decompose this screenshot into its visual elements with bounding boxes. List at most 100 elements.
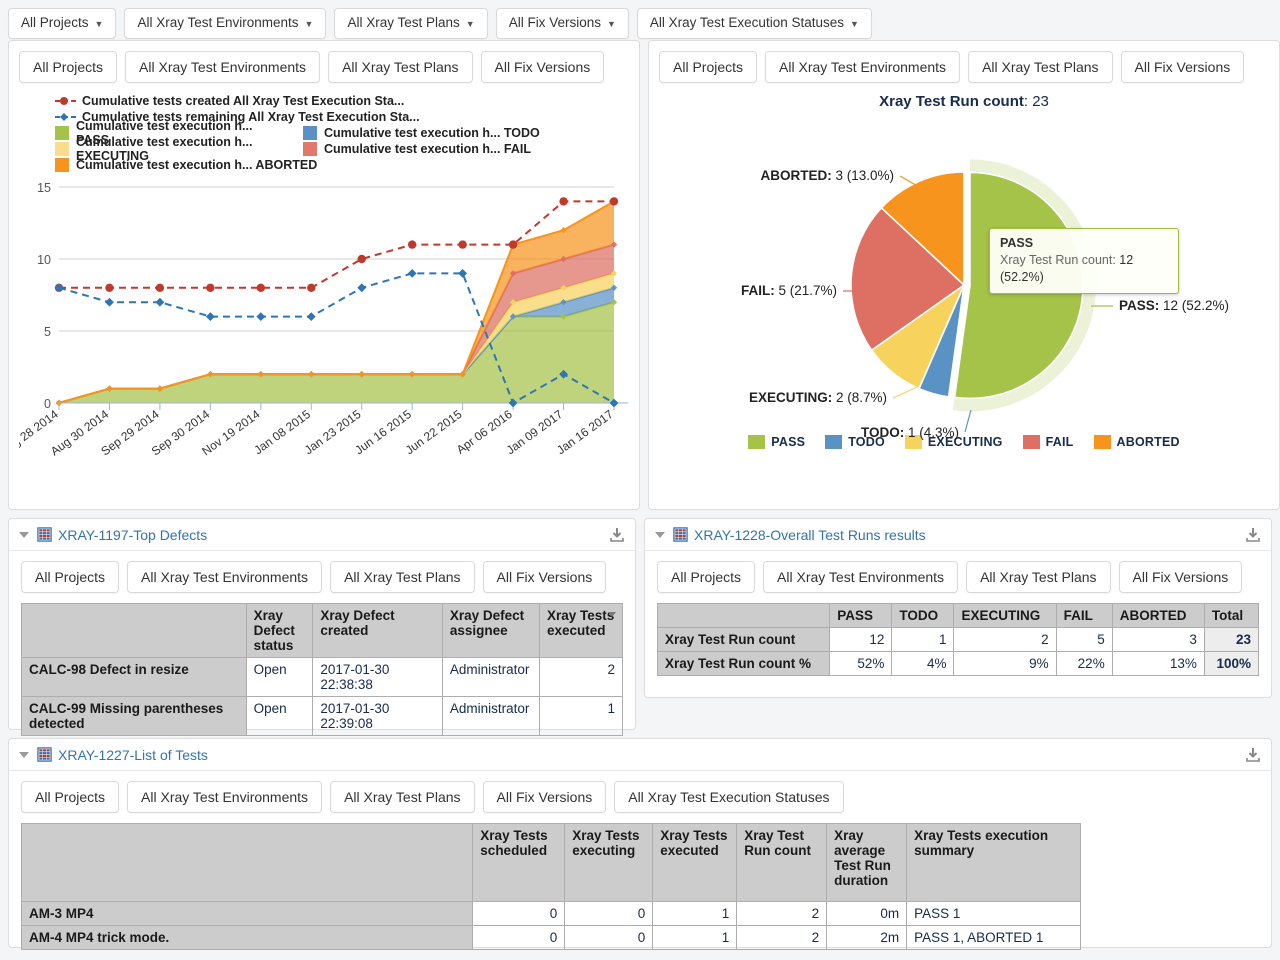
cell-test-name[interactable]: AM-3 MP4 (20, 901, 474, 926)
col-total[interactable]: Total (1203, 603, 1260, 628)
col-fail[interactable]: FAIL (1055, 603, 1113, 628)
col-metric[interactable] (656, 603, 831, 628)
cell-defect-name[interactable]: CALC-99 Missing parentheses detected (21, 696, 247, 736)
col-pass[interactable]: PASS (829, 603, 893, 628)
filter-test-plans[interactable]: All Xray Test Plans (968, 51, 1113, 83)
global-filter-bar: All Projects ▼ All Xray Test Environments… (0, 0, 1280, 40)
table-header: Xray Defect status Xray Defect created X… (21, 603, 623, 658)
filter-test-environments[interactable]: All Xray Test Environments (125, 51, 321, 83)
cell-defect-created: 2017-01-30 22:38:38 (312, 657, 443, 697)
filter-fix-versions[interactable]: All Fix Versions (480, 51, 605, 83)
cell-execution-summary: PASS 1 (906, 901, 1081, 926)
col-avg-duration[interactable]: Xray average Test Run duration (826, 823, 908, 902)
download-icon[interactable] (1245, 527, 1261, 543)
col-defect-assignee[interactable]: Xray Defect assignee (441, 603, 541, 658)
filter-test-environments[interactable]: All Xray Test Environments (765, 51, 961, 83)
cell-defect-status: Open (245, 696, 314, 736)
filter-all-projects[interactable]: All Projects (19, 51, 118, 83)
cell-tests-executing: 0 (564, 925, 654, 950)
legend-label: Cumulative tests created All Xray Test E… (82, 94, 405, 108)
panel-title[interactable]: XRAY-1197-Top Defects (58, 527, 207, 543)
global-filter-test-environments[interactable]: All Xray Test Environments ▼ (124, 7, 327, 39)
filter-fix-versions[interactable]: All Fix Versions (482, 781, 607, 813)
chevron-down-icon: ▼ (850, 18, 859, 29)
filter-all-projects[interactable]: All Projects (21, 781, 120, 813)
collapse-twisty-icon[interactable] (19, 751, 29, 758)
filter-fix-versions[interactable]: All Fix Versions (482, 561, 607, 593)
table-row[interactable]: AM-3 MP4 0 0 1 2 0m PASS 1 (20, 901, 1081, 926)
legend-item-fail[interactable]: Cumulative test execution h... FAIL (303, 142, 531, 156)
col-defect-created[interactable]: Xray Defect created (312, 603, 443, 658)
filter-test-environments[interactable]: All Xray Test Environments (127, 561, 323, 593)
cell-aborted: 13% (1111, 651, 1205, 676)
filter-all-projects[interactable]: All Projects (657, 561, 756, 593)
filter-fix-versions[interactable]: All Fix Versions (1120, 51, 1245, 83)
legend-swatch-executing (55, 142, 69, 156)
col-tests-executed[interactable]: Xray Tests executed (539, 603, 623, 658)
table-row[interactable]: AM-4 MP4 trick mode. 0 0 1 2 2m PASS 1, … (20, 925, 1081, 950)
global-filter-all-projects[interactable]: All Projects ▼ (8, 7, 117, 39)
col-execution-summary[interactable]: Xray Tests execution summary (906, 823, 1081, 902)
download-icon[interactable] (609, 527, 625, 543)
tooltip-title: PASS (1000, 236, 1034, 250)
cell-fail: 22% (1055, 651, 1113, 676)
col-tests-executed[interactable]: Xray Tests executed (652, 823, 738, 902)
col-tests-executing[interactable]: Xray Tests executing (564, 823, 654, 902)
filter-label: All Xray Test Execution Statuses (628, 789, 830, 805)
legend-swatch-aborted (55, 158, 69, 172)
col-test-run-count[interactable]: Xray Test Run count (736, 823, 828, 902)
table-body: Xray Test Run count 12 1 2 5 3 23 Xray T… (656, 627, 1260, 676)
table-row[interactable]: CALC-99 Missing parentheses detected Ope… (21, 696, 623, 736)
panel-title[interactable]: XRAY-1227-List of Tests (58, 747, 208, 763)
download-icon[interactable] (1245, 747, 1261, 763)
panel-title[interactable]: XRAY-1228-Overall Test Runs results (694, 527, 926, 543)
filter-test-environments[interactable]: All Xray Test Environments (763, 561, 959, 593)
filter-label: All Xray Test Environments (139, 59, 307, 75)
table-row[interactable]: CALC-98 Defect in resize Open 2017-01-30… (21, 657, 623, 697)
cell-todo: 1 (891, 627, 955, 652)
col-executing[interactable]: EXECUTING (953, 603, 1057, 628)
legend-row: Cumulative tests created All Xray Test E… (55, 93, 629, 109)
cell-todo: 4% (891, 651, 955, 676)
global-filter-fix-versions[interactable]: All Fix Versions ▼ (495, 7, 629, 39)
table-row[interactable]: Xray Test Run count 12 1 2 5 3 23 (656, 627, 1260, 652)
filter-test-environments[interactable]: All Xray Test Environments (127, 781, 323, 813)
col-aborted[interactable]: ABORTED (1111, 603, 1205, 628)
panel-top-defects: XRAY-1197-Top Defects All Projects All X… (8, 518, 636, 736)
global-filter-execution-statuses[interactable]: All Xray Test Execution Statuses ▼ (636, 7, 872, 39)
col-defect-status[interactable]: Xray Defect status (245, 603, 314, 658)
col-label: Xray Tests executed (547, 608, 615, 638)
global-filter-label: All Projects (21, 14, 89, 30)
cell-metric: Xray Test Run count % (656, 651, 831, 676)
table-grid-icon (37, 527, 52, 542)
col-tests-scheduled[interactable]: Xray Tests scheduled (472, 823, 566, 902)
cell-test-name[interactable]: AM-4 MP4 trick mode. (20, 925, 474, 950)
chevron-down-icon: ▼ (304, 18, 314, 29)
filter-test-plans[interactable]: All Xray Test Plans (330, 561, 475, 593)
panel-header: XRAY-1227-List of Tests (9, 739, 1271, 771)
filter-test-plans[interactable]: All Xray Test Plans (328, 51, 473, 83)
collapse-twisty-icon[interactable] (655, 531, 665, 538)
filter-test-plans[interactable]: All Xray Test Plans (330, 781, 475, 813)
legend-item-created[interactable]: Cumulative tests created All Xray Test E… (55, 94, 404, 108)
col-todo[interactable]: TODO (891, 603, 955, 628)
filter-all-projects[interactable]: All Projects (21, 561, 120, 593)
panel-body: All Projects All Xray Test Environments … (9, 771, 1271, 960)
table-row[interactable]: Xray Test Run count % 52% 4% 9% 22% 13% … (656, 651, 1260, 676)
filter-execution-statuses[interactable]: All Xray Test Execution Statuses (614, 781, 844, 813)
filter-test-plans[interactable]: All Xray Test Plans (966, 561, 1111, 593)
filter-label: All Xray Test Environments (141, 789, 309, 805)
cell-defect-name[interactable]: CALC-98 Defect in resize (21, 657, 247, 697)
legend-label: Cumulative test execution h... TODO (324, 126, 540, 140)
filter-label: All Xray Test Environments (779, 59, 947, 75)
col-defect-name[interactable] (21, 603, 247, 658)
collapse-twisty-icon[interactable] (19, 531, 29, 538)
filter-fix-versions[interactable]: All Fix Versions (1118, 561, 1243, 593)
cumulative-area-chart[interactable]: 051015Aug 28 2014Aug 30 2014Sep 29 2014S… (0, 175, 629, 485)
legend-item-aborted[interactable]: Cumulative test execution h... ABORTED (55, 158, 317, 172)
col-test-name[interactable] (20, 823, 474, 902)
table-header-row: Xray Defect status Xray Defect created X… (21, 603, 623, 658)
global-filter-test-plans[interactable]: All Xray Test Plans ▼ (334, 7, 488, 39)
filter-all-projects[interactable]: All Projects (659, 51, 758, 83)
legend-item-todo[interactable]: Cumulative test execution h... TODO (303, 126, 540, 140)
